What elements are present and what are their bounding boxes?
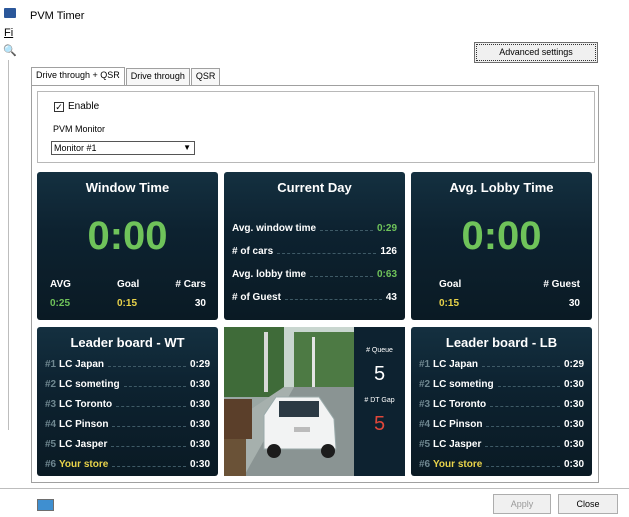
monitor-label: PVM Monitor xyxy=(53,124,106,134)
leader-row: #5 LC Jasper 0:30 xyxy=(419,438,584,450)
avg-value: 0:25 xyxy=(50,298,71,309)
current-day-row: Avg. window time 0:29 xyxy=(232,221,397,235)
lobby-time-card: Avg. Lobby Time 0:00 Goal 0:15 # Guest 3… xyxy=(411,172,592,320)
tab-bar: Drive through + QSR Drive through QSR xyxy=(31,67,221,85)
tab-drive-through[interactable]: Drive through xyxy=(125,68,190,85)
queue-panel: # Queue 5 # DT Gap 5 xyxy=(354,327,405,476)
current-day-card: Current Day Avg. window time 0:29 # of c… xyxy=(224,172,405,320)
search-icon[interactable]: 🔍 xyxy=(3,44,17,57)
goal-value: 0:15 xyxy=(439,298,460,309)
dt-gap-label: # DT Gap xyxy=(364,397,395,404)
cars-value: 30 xyxy=(194,298,206,309)
close-button[interactable]: Close xyxy=(558,494,618,514)
leader-row-your-store: #6 Your store 0:30 xyxy=(419,458,584,470)
current-day-title: Current Day xyxy=(277,180,352,195)
lobby-time-value: 0:00 xyxy=(461,214,542,258)
goal-label: Goal xyxy=(439,279,462,290)
divider xyxy=(8,60,9,430)
leader-board-lb-title: Leader board - LB xyxy=(445,335,558,350)
guest-label: # Guest xyxy=(543,279,580,290)
enable-checkbox-row[interactable]: ✓ Enable xyxy=(54,101,99,112)
avg-label: AVG xyxy=(50,279,71,290)
row-value: 0:29 xyxy=(376,222,397,234)
leader-row: #5 LC Jasper 0:30 xyxy=(45,438,210,450)
chevron-down-icon[interactable]: ▼ xyxy=(183,142,191,154)
advanced-settings-button[interactable]: Advanced settings xyxy=(474,42,598,63)
row-label: # of cars xyxy=(232,245,274,257)
leader-row: #3 LC Toronto 0:30 xyxy=(419,398,584,410)
queue-label: # Queue xyxy=(366,347,393,354)
drive-through-camera-image xyxy=(224,327,354,476)
monitor-select-value: Monitor #1 xyxy=(54,143,97,153)
current-day-row: # of cars 126 xyxy=(232,244,397,258)
left-app-strip: Fi 🔍 xyxy=(0,0,28,517)
row-value: 126 xyxy=(380,245,397,257)
tab-qsr[interactable]: QSR xyxy=(190,68,221,85)
leader-row: #4 LC Pinson 0:30 xyxy=(419,418,584,430)
row-label: # of Guest xyxy=(232,291,281,303)
enable-checkbox[interactable]: ✓ xyxy=(54,101,64,112)
goal-value: 0:15 xyxy=(117,298,138,309)
goal-label: Goal xyxy=(117,279,140,290)
leader-row-your-store: #6 Your store 0:30 xyxy=(45,458,210,470)
leader-row: #1 LC Japan 0:29 xyxy=(45,358,210,370)
leader-row: #2 LC someting 0:30 xyxy=(45,378,210,390)
lobby-time-title: Avg. Lobby Time xyxy=(449,180,554,195)
row-label: Avg. window time xyxy=(232,222,317,234)
window-time-title: Window Time xyxy=(85,180,170,195)
enable-label: Enable xyxy=(68,101,100,112)
app-icon xyxy=(4,8,16,18)
row-value: 43 xyxy=(385,291,397,303)
queue-value: 5 xyxy=(373,363,386,385)
leader-board-wt-title: Leader board - WT xyxy=(70,335,185,350)
leader-row: #3 LC Toronto 0:30 xyxy=(45,398,210,410)
current-day-row: Avg. lobby time 0:63 xyxy=(232,267,397,281)
leader-row: #4 LC Pinson 0:30 xyxy=(45,418,210,430)
window-title: PVM Timer xyxy=(30,10,85,22)
window-time-value: 0:00 xyxy=(87,214,168,258)
monitor-select[interactable]: Monitor #1 ▼ xyxy=(51,141,195,155)
row-label: Avg. lobby time xyxy=(232,268,307,280)
guest-value: 30 xyxy=(568,298,580,309)
dt-gap-value: 5 xyxy=(373,413,386,435)
leader-row: #1 LC Japan 0:29 xyxy=(419,358,584,370)
keyboard-icon[interactable] xyxy=(37,499,54,511)
window-time-card: Window Time 0:00 AVG 0:25 Goal 0:15 # Ca… xyxy=(37,172,218,320)
leader-row: #2 LC someting 0:30 xyxy=(419,378,584,390)
current-day-row: # of Guest 43 xyxy=(232,290,397,304)
leader-board-wt-card: Leader board - WT #1 LC Japan 0:29 #2 LC so… xyxy=(37,327,218,476)
cars-label: # Cars xyxy=(175,279,206,290)
row-value: 0:63 xyxy=(376,268,397,280)
leader-board-lb-card: Leader board - LB #1 LC Japan 0:29 #2 LC so… xyxy=(411,327,592,476)
apply-button[interactable]: Apply xyxy=(493,494,551,514)
file-menu[interactable]: Fi xyxy=(4,27,13,39)
tab-drive-through-qsr[interactable]: Drive through + QSR xyxy=(31,67,125,85)
